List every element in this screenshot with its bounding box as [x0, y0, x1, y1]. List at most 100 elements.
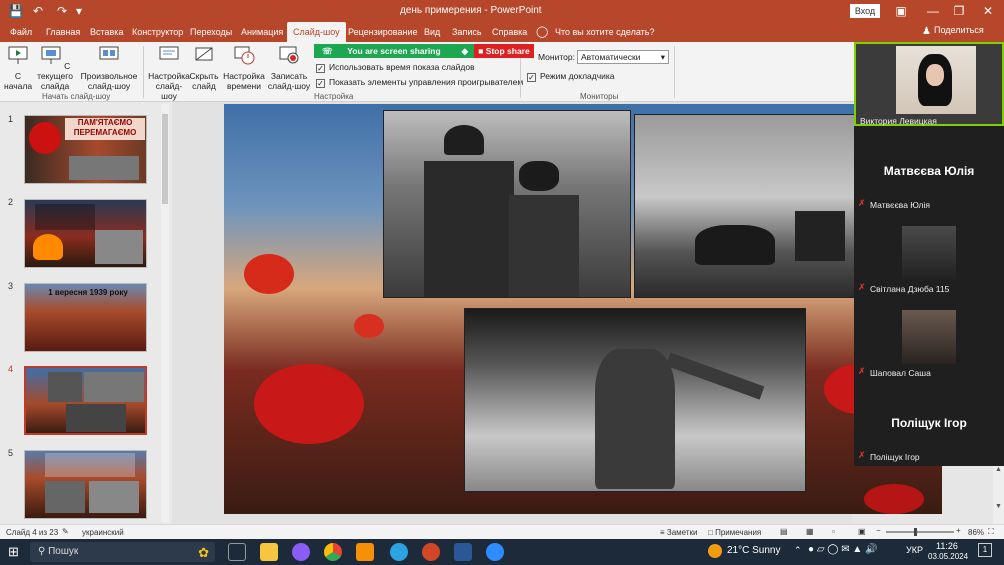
slide-number: 3 — [8, 281, 14, 291]
zoom-slider[interactable] — [886, 528, 954, 536]
video-tile[interactable]: Шаповал Саша ✗ — [854, 296, 1004, 380]
group-monitors-label: Мониторы — [580, 92, 619, 101]
notifications-icon[interactable]: 1 — [978, 543, 992, 557]
slideshow-view-icon[interactable]: ▣ — [858, 527, 866, 536]
weather-text[interactable]: 21°C Sunny — [727, 545, 780, 556]
chevron-up-icon[interactable]: ⌃ — [794, 545, 802, 556]
zoom-in-icon[interactable]: + — [956, 526, 961, 535]
zoom-out-icon[interactable]: − — [876, 526, 881, 535]
video-tile-active[interactable]: Виктория Левицкая — [854, 42, 1004, 126]
tab-record[interactable]: Запись — [446, 22, 488, 42]
presenter-view-checkbox[interactable]: ✓ Режим докладчика — [527, 71, 615, 82]
notes-button[interactable]: ≡ Заметки — [660, 528, 698, 537]
normal-view-icon[interactable]: ▤ — [780, 527, 788, 536]
save-icon[interactable]: 💾 — [8, 3, 24, 19]
rehearse-button[interactable]: Настройка времени — [222, 44, 266, 91]
tray-icons[interactable]: ● ▱ ◯ ✉ ▲ 🔊 — [808, 544, 878, 555]
search-label: Пошук — [48, 546, 79, 557]
slide-thumbnail[interactable]: 1 вересня 1939 року — [24, 283, 147, 352]
ribbon-display-icon[interactable]: ▣ — [893, 3, 909, 19]
slide-thumbnail[interactable] — [24, 450, 147, 519]
record-show-button[interactable]: Записать слайд-шоу — [266, 44, 312, 91]
reading-view-icon[interactable]: ▫ — [832, 527, 835, 536]
from-current-button[interactable]: С текущего слайда — [33, 44, 77, 91]
tell-me-search[interactable]: Что вы хотите сделать? — [549, 22, 661, 42]
spelling-icon[interactable]: ✎ — [62, 527, 69, 536]
from-start-button[interactable]: С начала — [4, 44, 32, 91]
show-controls-checkbox[interactable]: ✓ Показать элементы управления проигрыват… — [316, 77, 523, 88]
slide-thumbnail[interactable] — [24, 199, 147, 268]
tab-help[interactable]: Справка — [486, 22, 533, 42]
tab-design[interactable]: Конструктор — [126, 22, 189, 42]
language-indicator[interactable]: УКР — [906, 545, 923, 555]
file-explorer-icon[interactable] — [260, 543, 278, 561]
hide-slide-button[interactable]: Скрыть слайд — [189, 44, 219, 91]
zoom-slider-thumb[interactable] — [914, 528, 917, 536]
slide-thumbnail[interactable]: ПАМ'ЯТАЄМО ПЕРЕМАГАЄМО — [24, 115, 147, 184]
zoom-app-icon[interactable] — [486, 543, 504, 561]
current-slide[interactable] — [224, 104, 942, 514]
scroll-thumb[interactable] — [162, 114, 168, 204]
undo-icon[interactable]: ↶ — [30, 3, 46, 19]
customize-qat-icon[interactable]: ▾ — [74, 3, 84, 19]
video-feed — [896, 46, 976, 114]
use-timings-checkbox[interactable]: ✓ Использовать время показа слайдов — [316, 62, 475, 73]
video-tile[interactable]: Поліщук Ігор Поліщук Ігор ✗ — [854, 380, 1004, 464]
stop-share-label: Stop share — [485, 46, 530, 56]
combat-leader-photo[interactable] — [464, 308, 806, 492]
clock-date[interactable]: 03.05.2024 — [928, 552, 968, 561]
arrow-down-icon[interactable]: ▼ — [993, 503, 1004, 510]
tab-home[interactable]: Главная — [40, 22, 86, 42]
thumbnails-scrollbar[interactable] — [161, 104, 169, 522]
signin-button[interactable]: Вход — [850, 4, 880, 18]
tab-slideshow[interactable]: Слайд-шоу — [287, 22, 346, 42]
arrow-up-icon[interactable]: ▲ — [993, 466, 1004, 473]
chrome-icon[interactable] — [324, 543, 342, 561]
video-tile[interactable]: Світлана Дзюба 115 ✗ — [854, 212, 1004, 296]
telegram-icon[interactable] — [390, 543, 408, 561]
clock-time[interactable]: 11:26 — [936, 541, 958, 551]
slide-number: 2 — [8, 197, 14, 207]
word-icon[interactable] — [454, 543, 472, 561]
slideshow-current-icon — [41, 46, 61, 64]
notes-icon: ≡ — [660, 528, 667, 537]
comments-label: Примечания — [715, 528, 762, 537]
language-indicator[interactable]: украинский — [82, 528, 124, 537]
comments-button[interactable]: □ Примечания — [708, 528, 761, 537]
participant-name: Світлана Дзюба 115 — [870, 284, 950, 294]
rehearse-timings-icon — [234, 46, 255, 65]
tab-transitions[interactable]: Переходы — [184, 22, 238, 42]
tab-insert[interactable]: Вставка — [84, 22, 129, 42]
minimize-icon[interactable]: — — [925, 3, 941, 19]
redo-icon[interactable]: ↷ — [54, 3, 70, 19]
tab-animations[interactable]: Анимация — [235, 22, 289, 42]
partisans-photo[interactable] — [383, 110, 631, 298]
task-view-icon[interactable] — [228, 543, 246, 561]
screen-sharing-banner: ☏ You are screen sharing ◆ — [314, 44, 474, 58]
monitor-select[interactable]: Автоматически ▾ — [577, 50, 669, 64]
slide-thumbnail-selected[interactable] — [24, 366, 147, 435]
app-icon[interactable] — [356, 543, 374, 561]
tab-review[interactable]: Рецензирование — [342, 22, 424, 42]
tab-file[interactable]: Файл — [4, 22, 38, 42]
tab-view[interactable]: Вид — [418, 22, 446, 42]
poppy-flower — [254, 364, 364, 444]
video-tile[interactable]: Матвєєва Юлія Матвєєва Юлія ✗ — [854, 128, 1004, 212]
taskbar-search[interactable]: ⚲ Пошук ✿ — [30, 542, 215, 562]
soldier-figure — [595, 349, 675, 489]
maximize-icon[interactable]: ❐ — [951, 3, 967, 19]
share-button[interactable]: Поделиться — [934, 25, 984, 35]
viber-icon[interactable] — [292, 543, 310, 561]
stop-share-button[interactable]: ■ Stop share — [474, 44, 534, 58]
cap-shape — [444, 125, 484, 155]
hide-slide-icon — [195, 47, 213, 61]
slide-vertical-scrollbar[interactable]: ▲ ▼ — [993, 466, 1004, 524]
windows-start-icon[interactable]: ⊞ — [8, 544, 19, 560]
setup-show-button[interactable]: Настройка слайд-шоу — [148, 44, 190, 101]
close-icon[interactable]: ✕ — [980, 3, 996, 19]
sorter-view-icon[interactable]: ▦ — [806, 527, 814, 536]
powerpoint-icon[interactable] — [422, 543, 440, 561]
fit-slide-icon[interactable]: ⛶ — [988, 527, 994, 537]
custom-show-button[interactable]: Произвольное слайд-шоу — [80, 44, 138, 91]
zoom-level[interactable]: 86% — [968, 528, 984, 537]
